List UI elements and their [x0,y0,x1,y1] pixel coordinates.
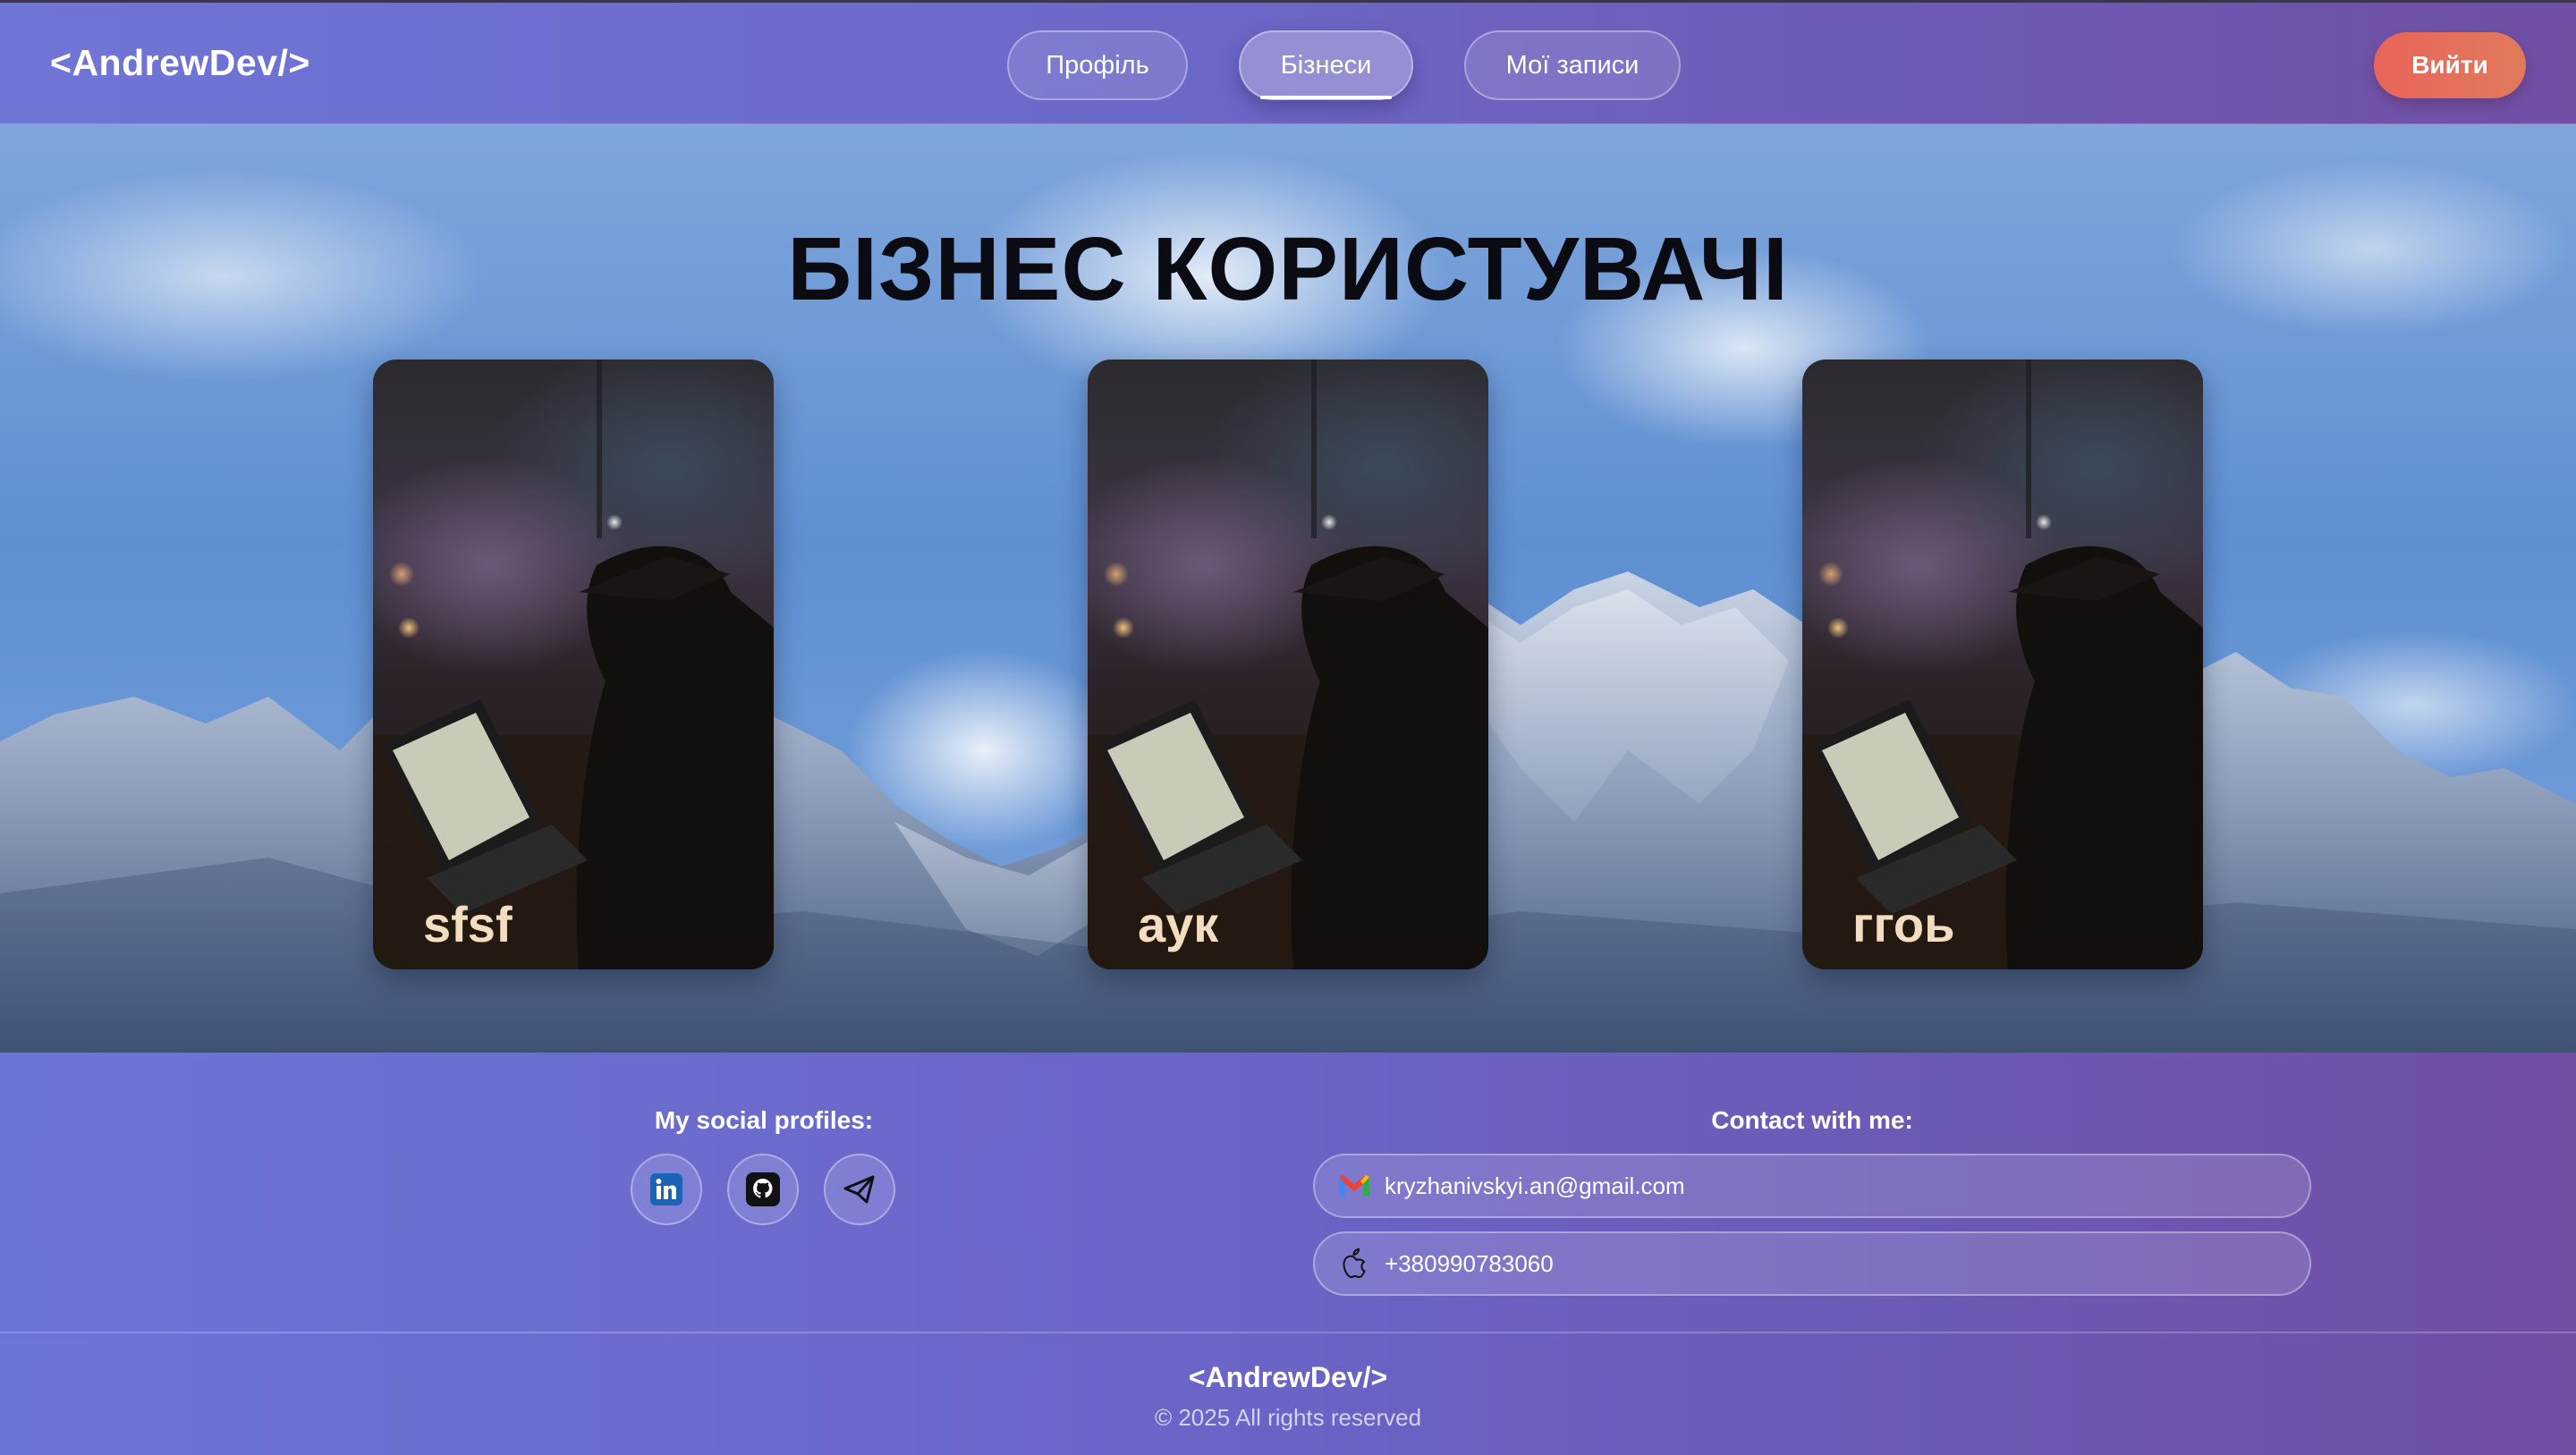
business-card[interactable]: аук [1088,360,1488,969]
card-photo [1802,360,2203,969]
card-photo [1088,360,1488,969]
social-profiles-heading: My social profiles: [654,1106,874,1134]
gmail-icon [1336,1168,1372,1204]
email-contact[interactable]: kryzhanivskyi.an@gmail.com [1313,1154,2311,1218]
card-photo [373,360,774,969]
card-name: sfsf [423,896,513,952]
footer-divider [0,1332,2576,1333]
linkedin-icon [650,1173,682,1205]
page: <AndrewDev/> Профіль Бізнеси Мої записи … [0,0,2576,1455]
github-button[interactable] [727,1154,799,1225]
hero-section: БІЗНЕС КОРИСТУВАЧІ sfsf аук ггоь [0,124,2576,1053]
business-card[interactable]: sfsf [373,360,774,969]
nav-businesses-button[interactable]: Бізнеси [1239,30,1413,100]
telegram-icon [843,1175,875,1204]
linkedin-button[interactable] [631,1154,702,1225]
card-name: ггоь [1852,896,1955,952]
apple-icon [1336,1246,1372,1282]
business-card[interactable]: ггоь [1802,360,2203,969]
footer-logo: <AndrewDev/> [1188,1361,1388,1393]
logout-button[interactable]: Вийти [2374,32,2526,98]
email-text: kryzhanivskyi.an@gmail.com [1385,1172,1685,1199]
contact-heading: Contact with me: [1711,1106,1913,1134]
phone-contact[interactable]: +380990783060 [1313,1231,2311,1296]
nav-my-records-button[interactable]: Мої записи [1464,30,1681,100]
github-icon [746,1172,780,1206]
page-title: БІЗНЕС КОРИСТУВАЧІ [787,219,1789,319]
copyright-text: © 2025 All rights reserved [1154,1404,1422,1431]
telegram-button[interactable] [824,1154,895,1225]
site-footer: My social profiles: Contact with me: kry… [0,1053,2576,1455]
main-nav: Профіль Бізнеси Мої записи [0,30,2576,100]
phone-text: +380990783060 [1385,1249,1554,1277]
card-name: аук [1138,896,1219,952]
nav-profile-button[interactable]: Профіль [1007,30,1188,100]
top-navbar: <AndrewDev/> Профіль Бізнеси Мої записи … [0,0,2576,124]
